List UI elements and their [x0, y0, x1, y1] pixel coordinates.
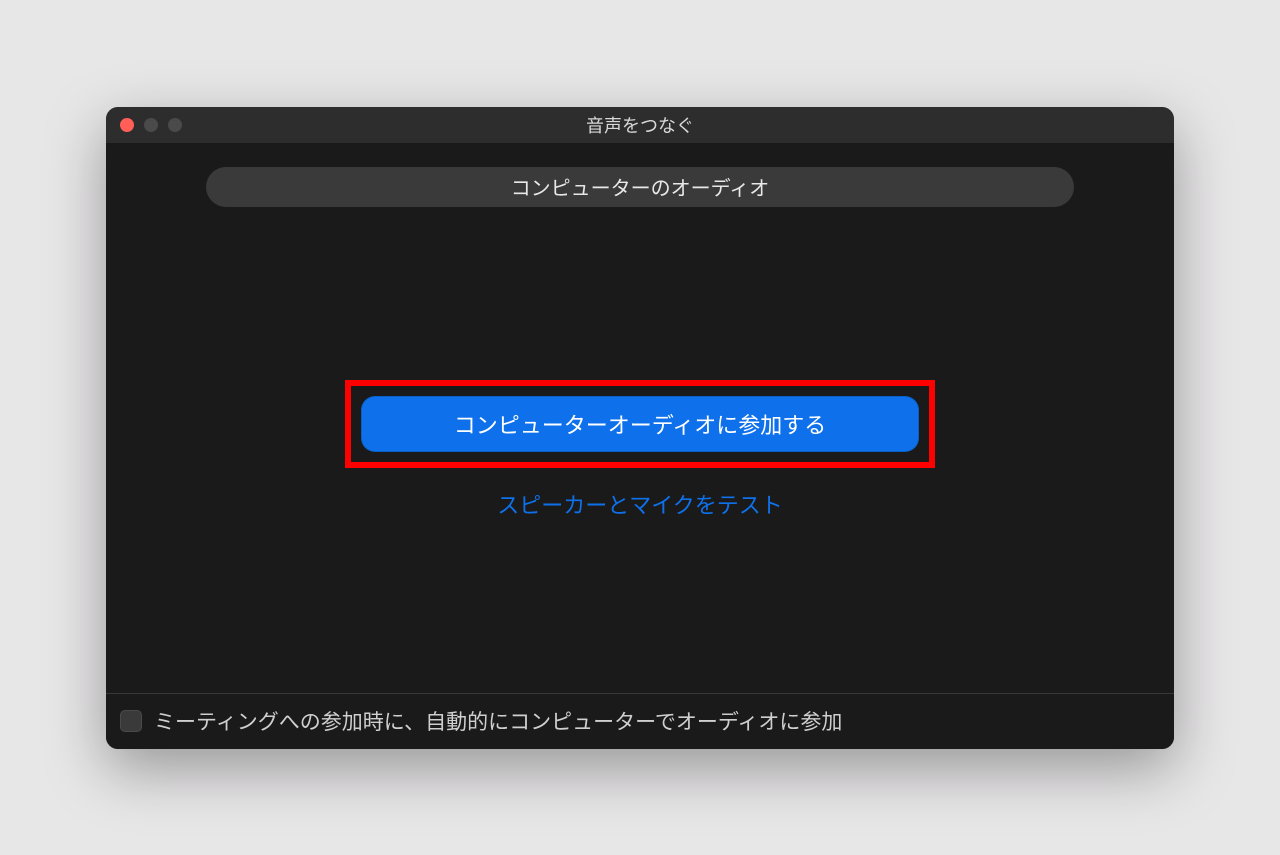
join-computer-audio-button[interactable]: コンピューターオーディオに参加する: [361, 396, 919, 452]
tab-computer-audio[interactable]: コンピューターのオーディオ: [206, 167, 1074, 207]
titlebar: 音声をつなぐ: [106, 107, 1174, 143]
dialog-content: コンピューターオーディオに参加する スピーカーとマイクをテスト: [106, 207, 1174, 693]
test-speaker-mic-link[interactable]: スピーカーとマイクをテスト: [497, 488, 783, 520]
dialog-footer: ミーティングへの参加時に、自動的にコンピューターでオーディオに参加: [106, 693, 1174, 749]
auto-join-audio-checkbox[interactable]: [120, 710, 142, 732]
maximize-icon[interactable]: [168, 118, 182, 132]
annotation-highlight: コンピューターオーディオに参加する: [345, 380, 935, 468]
close-icon[interactable]: [120, 118, 134, 132]
traffic-lights: [120, 118, 182, 132]
auto-join-audio-label: ミーティングへの参加時に、自動的にコンピューターでオーディオに参加: [154, 706, 842, 736]
window-title: 音声をつなぐ: [106, 112, 1174, 138]
tab-bar: コンピューターのオーディオ: [106, 143, 1174, 207]
minimize-icon[interactable]: [144, 118, 158, 132]
audio-connect-dialog: 音声をつなぐ コンピューターのオーディオ コンピューターオーディオに参加する ス…: [106, 107, 1174, 749]
